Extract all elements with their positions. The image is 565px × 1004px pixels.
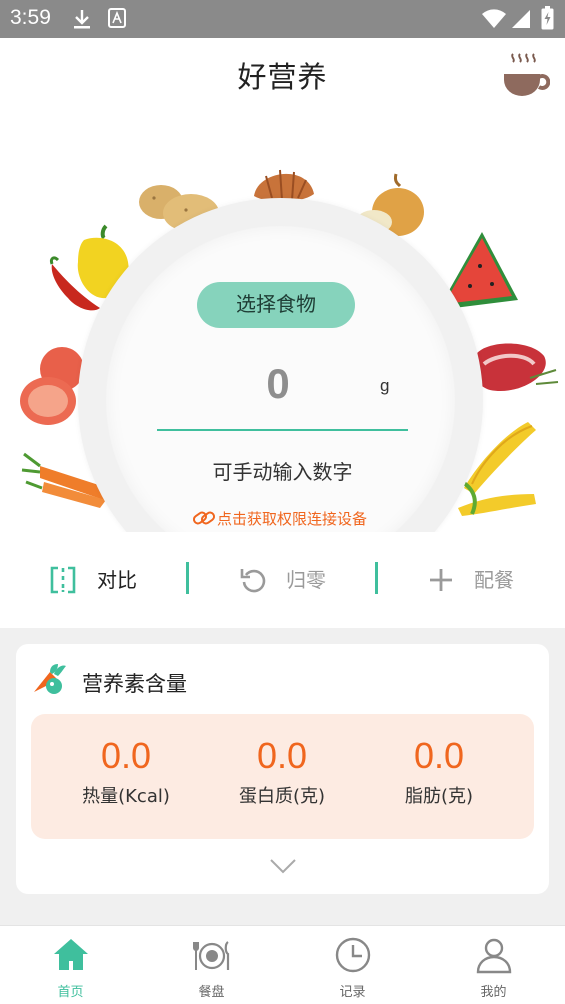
reset-label: 归零 bbox=[286, 568, 326, 592]
compare-label: 对比 bbox=[97, 568, 137, 592]
nav-label-plate: 餐盘 bbox=[198, 985, 225, 1000]
nav-item-mine[interactable]: 我的 bbox=[423, 926, 564, 1004]
plus-icon bbox=[430, 569, 452, 591]
clock-icon bbox=[335, 937, 371, 973]
compare-icon bbox=[50, 566, 76, 594]
fat-value: 0.0 bbox=[413, 735, 465, 776]
weight-underline bbox=[157, 429, 408, 431]
wifi-icon bbox=[482, 9, 506, 28]
plate-icon bbox=[193, 941, 230, 970]
connect-device-link[interactable]: 点击获取权限连接设备 bbox=[192, 508, 367, 529]
page-title: 好营养 bbox=[237, 60, 328, 94]
nutrient-card: 营养素含量 0.0 热量(Kcal) 0.0 蛋白质(克) 0.0 脂肪(克) bbox=[16, 644, 549, 894]
download-icon bbox=[74, 10, 90, 29]
status-time: 3:59 bbox=[10, 6, 51, 29]
action-row: 对比 归零 配餐 bbox=[0, 532, 565, 628]
weight-input[interactable]: 0 bbox=[200, 360, 356, 408]
font-a-icon bbox=[108, 8, 126, 28]
battery-charging-icon bbox=[541, 6, 554, 30]
protein-value: 0.0 bbox=[256, 735, 308, 776]
nav-label-home: 首页 bbox=[57, 985, 84, 1000]
connect-device-label: 点击获取权限连接设备 bbox=[217, 510, 368, 528]
nav-label-records: 记录 bbox=[339, 985, 366, 1000]
weight-unit: g bbox=[380, 376, 390, 395]
fat-label: 脂肪(克) bbox=[404, 786, 474, 807]
reset-button[interactable]: 归零 bbox=[240, 562, 340, 598]
select-food-button[interactable]: 选择食物 bbox=[197, 282, 355, 328]
reset-icon bbox=[240, 569, 266, 593]
vegetable-icon bbox=[34, 664, 66, 694]
coffee-cup-icon[interactable] bbox=[500, 50, 550, 100]
nutrient-card-title: 营养素含量 bbox=[82, 672, 187, 696]
calories-label: 热量(Kcal) bbox=[82, 786, 170, 807]
manual-input-hint: 可手动输入数字 bbox=[212, 460, 353, 484]
user-icon bbox=[476, 938, 512, 974]
nav-item-records[interactable]: 记录 bbox=[282, 926, 423, 1004]
protein-label: 蛋白质(克) bbox=[238, 786, 326, 807]
nutrient-calories: 0.0 热量(Kcal) bbox=[56, 736, 196, 808]
nav-item-home[interactable]: 首页 bbox=[0, 926, 141, 1004]
nav-item-plate[interactable]: 餐盘 bbox=[141, 926, 282, 1004]
action-divider bbox=[375, 562, 378, 594]
cell-signal-icon bbox=[512, 10, 530, 28]
compare-button[interactable]: 对比 bbox=[50, 562, 150, 598]
link-icon bbox=[192, 511, 216, 525]
nutrient-protein: 0.0 蛋白质(克) bbox=[212, 736, 352, 808]
chevron-down-icon[interactable] bbox=[269, 858, 297, 874]
meal-plan-button[interactable]: 配餐 bbox=[428, 562, 528, 598]
nutrient-panel: 0.0 热量(Kcal) 0.0 蛋白质(克) 0.0 脂肪(克) bbox=[31, 714, 534, 839]
nav-label-mine: 我的 bbox=[480, 985, 507, 1000]
content-area: 营养素含量 0.0 热量(Kcal) 0.0 蛋白质(克) 0.0 脂肪(克) bbox=[0, 628, 565, 925]
meal-plan-label: 配餐 bbox=[474, 568, 514, 592]
scale-hero: 选择食物 0 g 可手动输入数字 点击获取权限连接设备 bbox=[0, 118, 565, 532]
bottom-nav: 首页 餐盘 记录 我的 bbox=[0, 925, 565, 1004]
nutrient-fat: 0.0 脂肪(克) bbox=[369, 736, 509, 808]
action-divider bbox=[186, 562, 189, 594]
home-icon bbox=[54, 939, 88, 970]
meat-icon bbox=[472, 343, 559, 392]
calories-value: 0.0 bbox=[100, 735, 152, 776]
status-bar: 3:59 bbox=[0, 0, 565, 38]
app-header: 好营养 bbox=[0, 38, 565, 118]
